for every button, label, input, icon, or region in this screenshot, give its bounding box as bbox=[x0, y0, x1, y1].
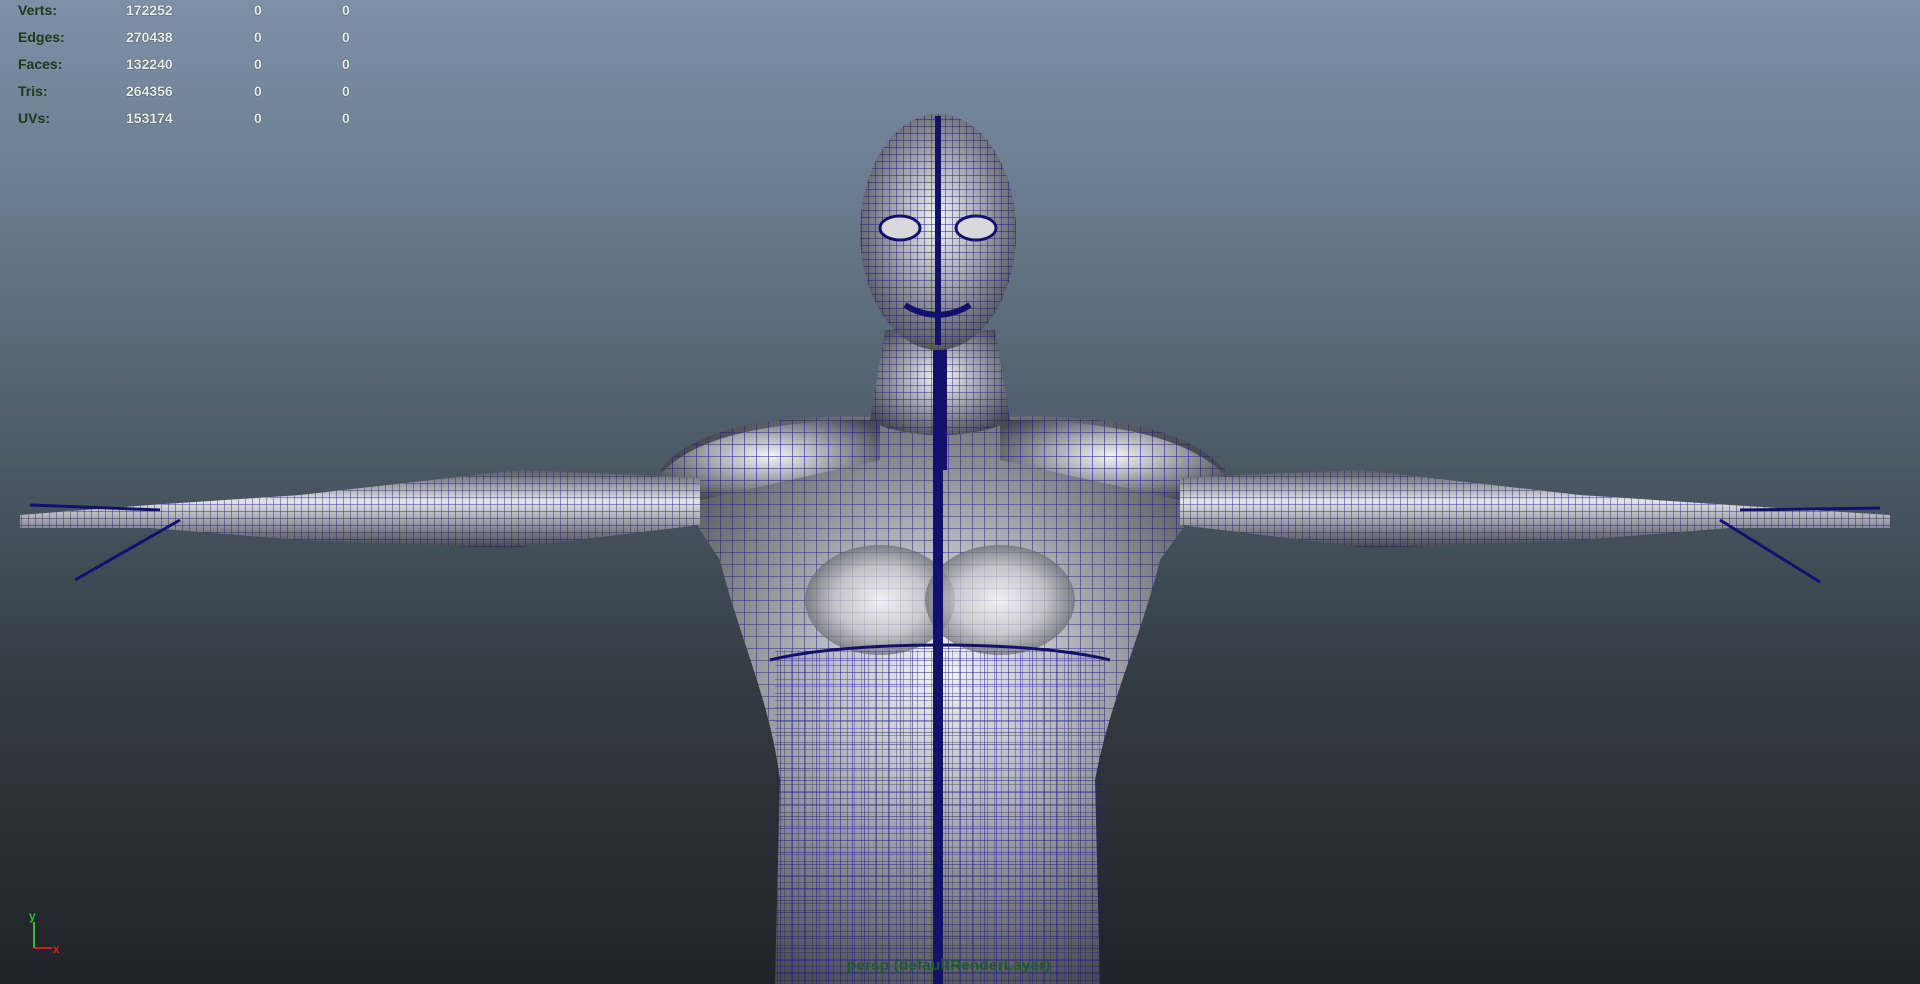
x-axis-label: x bbox=[53, 942, 60, 955]
hud-value: 0 bbox=[254, 56, 262, 72]
hud-row-faces: Faces: 132240 0 0 bbox=[18, 56, 378, 83]
poly-count-hud: Verts: 172252 0 0 Edges: 270438 0 0 Face… bbox=[18, 2, 378, 137]
hud-value: 153174 bbox=[126, 110, 173, 126]
hud-row-uvs: UVs: 153174 0 0 bbox=[18, 110, 378, 137]
hud-value: 0 bbox=[342, 56, 350, 72]
camera-label: persp (defaultRenderLayer) bbox=[847, 957, 1051, 974]
human-mesh-wireframe[interactable] bbox=[0, 0, 1920, 984]
view-axis-icon: y x bbox=[29, 910, 60, 955]
hud-value: 0 bbox=[342, 83, 350, 99]
hud-value: 0 bbox=[342, 110, 350, 126]
hud-row-tris: Tris: 264356 0 0 bbox=[18, 83, 378, 110]
y-axis-label: y bbox=[29, 910, 36, 923]
hud-label: UVs: bbox=[18, 110, 50, 126]
hud-label: Verts: bbox=[18, 2, 57, 18]
head-mesh bbox=[860, 114, 1016, 350]
hud-value: 270438 bbox=[126, 29, 173, 45]
hud-value: 264356 bbox=[126, 83, 173, 99]
hud-value: 0 bbox=[254, 83, 262, 99]
hud-row-edges: Edges: 270438 0 0 bbox=[18, 29, 378, 56]
hud-value: 172252 bbox=[126, 2, 173, 18]
hud-value: 0 bbox=[342, 2, 350, 18]
hud-row-verts: Verts: 172252 0 0 bbox=[18, 2, 378, 29]
hud-value: 0 bbox=[254, 29, 262, 45]
viewport-3d[interactable]: Verts: 172252 0 0 Edges: 270438 0 0 Face… bbox=[0, 0, 1920, 984]
hud-value: 0 bbox=[342, 29, 350, 45]
hud-label: Edges: bbox=[18, 29, 65, 45]
right-arm-mesh bbox=[1180, 470, 1890, 584]
hud-value: 0 bbox=[254, 110, 262, 126]
hud-label: Tris: bbox=[18, 83, 48, 99]
torso-mesh bbox=[660, 416, 1225, 984]
hud-label: Faces: bbox=[18, 56, 63, 72]
hud-value: 0 bbox=[254, 2, 262, 18]
left-arm-mesh bbox=[20, 470, 700, 582]
hud-value: 132240 bbox=[126, 56, 173, 72]
